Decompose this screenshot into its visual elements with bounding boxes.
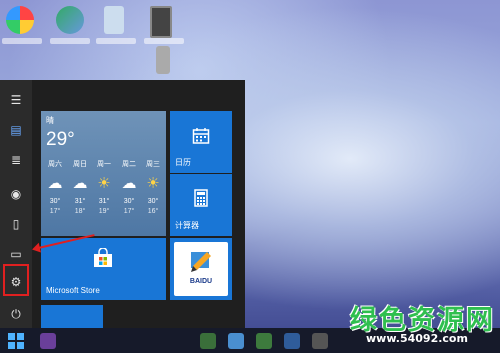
cloud-icon: ☁: [121, 174, 137, 192]
calendar-tile-label: 日历: [175, 158, 191, 167]
documents-icon[interactable]: ▯: [8, 216, 24, 232]
forecast-day: 周一: [97, 161, 111, 168]
cloud-icon: ☁: [72, 174, 88, 192]
calendar-tile[interactable]: 日历: [170, 111, 232, 173]
tiles-view-icon[interactable]: ▤: [8, 122, 24, 138]
forecast-day: 周日: [73, 161, 87, 168]
baidu-logo-text: BAIDU: [189, 278, 213, 285]
taskbar-app-1[interactable]: [40, 333, 56, 349]
calculator-icon: [194, 189, 208, 207]
settings-highlight-box: [3, 264, 29, 296]
weather-temperature: 29°: [46, 129, 75, 150]
partial-tile[interactable]: [41, 305, 103, 328]
desktop-icon-label-1: [2, 38, 42, 44]
forecast-high: 31°: [98, 198, 110, 205]
taskbar-app-5[interactable]: [284, 333, 300, 349]
user-avatar-icon[interactable]: ◉: [8, 186, 24, 202]
taskbar-app-2[interactable]: [200, 333, 216, 349]
weather-condition: 晴: [46, 116, 54, 125]
forecast-high: 31°: [74, 198, 86, 205]
forecast-low: 16°: [147, 208, 159, 215]
forecast-day: 周二: [122, 161, 136, 168]
baidu-logo: BAIDU: [174, 242, 228, 296]
windows-start-icon[interactable]: [8, 333, 24, 349]
taskbar-app-4[interactable]: [256, 333, 272, 349]
calculator-tile[interactable]: 计算器: [170, 174, 232, 236]
desktop-icon-label-2: [50, 38, 90, 44]
store-bag-icon: [94, 248, 112, 267]
microsoft-store-tile-label: Microsoft Store: [46, 286, 100, 295]
start-menu-rail: ☰ ▤ ≣ ◉ ▯ ▭ ⚙ ⏻: [0, 80, 32, 328]
start-menu: ☰ ▤ ≣ ◉ ▯ ▭ ⚙ ⏻ 晴 29° 周六 ☁ 30° 17° 周日 ☁ …: [0, 80, 245, 328]
weather-tile[interactable]: 晴 29° 周六 ☁ 30° 17° 周日 ☁ 31° 18° 周一 ☀ 31°…: [41, 111, 166, 236]
forecast-low: 18°: [74, 208, 86, 215]
baidu-pencil-icon: [191, 252, 211, 272]
watermark: 绿色资源网 www.54092.com: [346, 296, 496, 350]
microsoft-store-tile[interactable]: Microsoft Store: [41, 238, 166, 300]
desktop-icon-5[interactable]: [156, 46, 170, 74]
sun-icon: ☀: [97, 174, 111, 192]
desktop-icon-3[interactable]: [104, 6, 124, 34]
desktop-icon-label-4: [144, 38, 184, 44]
hamburger-menu-icon[interactable]: ☰: [8, 92, 24, 108]
sun-icon: ☀: [146, 174, 160, 192]
power-icon[interactable]: ⏻: [8, 306, 24, 322]
forecast-high: 30°: [49, 198, 61, 205]
forecast-low: 17°: [49, 208, 61, 215]
desktop-icon-1[interactable]: [6, 6, 34, 34]
desktop-icon-4[interactable]: [150, 6, 172, 38]
taskbar-app-6[interactable]: [312, 333, 328, 349]
watermark-url: www.54092.com: [366, 332, 468, 345]
forecast-day: 周六: [48, 161, 62, 168]
desktop-icon-2[interactable]: [56, 6, 84, 34]
calculator-tile-label: 计算器: [175, 221, 199, 230]
forecast-high: 30°: [147, 198, 159, 205]
taskbar-app-3[interactable]: [228, 333, 244, 349]
forecast-day: 周三: [146, 161, 160, 168]
cloud-icon: ☁: [47, 174, 63, 192]
forecast-high: 30°: [123, 198, 135, 205]
forecast-low: 17°: [123, 208, 135, 215]
all-apps-list-icon[interactable]: ≣: [8, 152, 24, 168]
forecast-low: 19°: [98, 208, 110, 215]
desktop-icon-label-3: [96, 38, 136, 44]
baidu-tile[interactable]: BAIDU: [170, 238, 232, 300]
pictures-icon[interactable]: ▭: [8, 246, 24, 262]
calendar-icon: [192, 128, 210, 144]
